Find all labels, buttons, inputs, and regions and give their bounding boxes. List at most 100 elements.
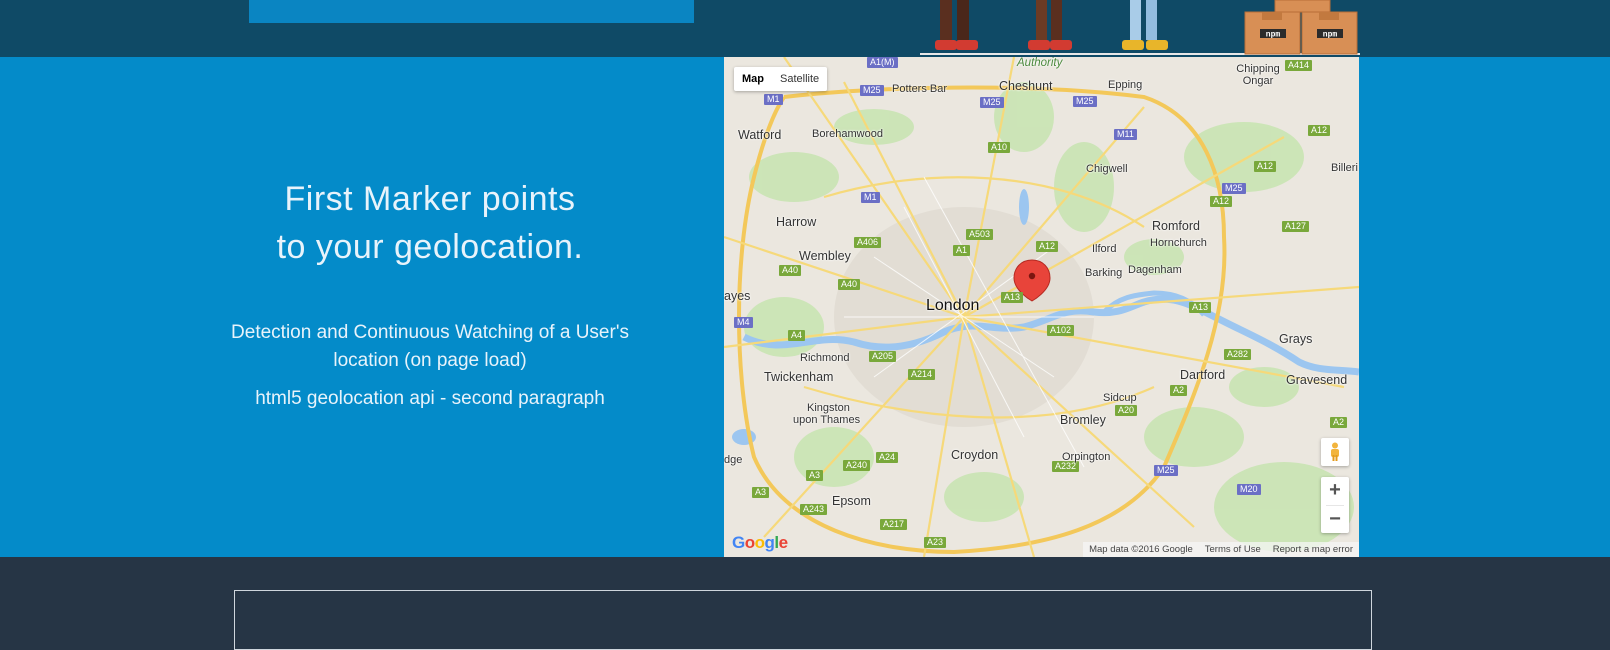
terms-of-use-link[interactable]: Terms of Use [1199, 542, 1267, 557]
road-shield: M25 [980, 97, 1004, 108]
map-place-label: upon Thames [793, 414, 861, 426]
map-place-label: Cheshunt [999, 79, 1053, 93]
road-shield: A243 [800, 504, 828, 515]
map-place-label: Gravesend [1286, 373, 1348, 387]
map-place-label: Ilford [1092, 243, 1117, 255]
road-shield: M20 [1237, 484, 1261, 495]
road-shield: A20 [1115, 405, 1138, 416]
logo-letter: G [732, 533, 745, 552]
logo-letter: o [744, 533, 755, 552]
road-shield: M11 [1114, 129, 1137, 140]
road-shield: M25 [1222, 183, 1246, 194]
road-shield: M4 [734, 317, 753, 328]
map-place-label: Kingston [807, 402, 850, 414]
map-place-label: Borehamwood [812, 128, 883, 140]
map-place-label: Authority [1017, 57, 1063, 69]
road-shield: A10 [988, 142, 1011, 153]
map-type-satellite-button[interactable]: Satellite [772, 67, 827, 91]
road-shield: A2 [1170, 385, 1188, 396]
logo-letter: e [778, 533, 788, 552]
road-shield: A13 [1001, 292, 1024, 303]
map-place-label: Dartford [1180, 368, 1226, 382]
heading-line-2: to your geolocation. [276, 228, 584, 266]
map-type-control: Map Satellite [734, 67, 828, 91]
map-place-label: Potters Bar [892, 83, 948, 95]
map-place-label: Epping [1108, 79, 1143, 91]
road-shield: A4 [788, 330, 806, 341]
top-band: npm npm [0, 0, 1610, 57]
heading-line-1: First Marker points [284, 180, 576, 218]
road-shield: A40 [838, 279, 861, 290]
road-shield: A23 [924, 537, 947, 548]
npm-box-label: npm [1323, 31, 1338, 40]
report-map-error-link[interactable]: Report a map error [1267, 542, 1359, 557]
road-shield: M1 [764, 94, 783, 105]
road-shield: A1(M) [867, 57, 898, 68]
road-shield: A40 [779, 265, 802, 276]
logo-letter: o [754, 533, 765, 552]
road-shield: A205 [869, 351, 897, 362]
road-shield: A414 [1285, 60, 1313, 71]
npm-illustration: npm npm [920, 0, 1360, 55]
zoom-out-button[interactable]: − [1321, 506, 1349, 534]
road-shield: A2 [1330, 417, 1348, 428]
footer-box [234, 590, 1372, 650]
npm-box-label: npm [1266, 31, 1281, 40]
road-shield: A13 [1189, 302, 1212, 313]
map-place-label: London [926, 297, 980, 314]
map-place-label: Wembley [799, 249, 851, 263]
road-shield: A127 [1282, 221, 1310, 232]
map-place-label: Hornchurch [1150, 237, 1207, 249]
road-shield: A217 [880, 519, 908, 530]
road-shield: A12 [1308, 125, 1331, 136]
map-place-label: Twickenham [764, 370, 834, 384]
map-place-label: Watford [738, 128, 782, 142]
road-shield: M25 [1073, 96, 1097, 107]
logo-letter: g [764, 533, 775, 552]
road-shield: A214 [908, 369, 936, 380]
map-type-map-button[interactable]: Map [734, 67, 772, 91]
road-shield: A24 [876, 452, 899, 463]
map-place-label: Grays [1279, 332, 1313, 346]
map-data-credit: Map data ©2016 Google [1089, 544, 1193, 555]
map-place-label: Romford [1152, 219, 1200, 233]
feature-heading: First Marker points to your geolocation. [230, 175, 630, 271]
road-shield: A12 [1210, 196, 1233, 207]
map-place-label: Epsom [832, 494, 871, 508]
road-shield: M1 [861, 192, 880, 203]
feature-paragraph-1: Detection and Continuous Watching of a U… [231, 322, 629, 371]
road-shield: A282 [1224, 349, 1252, 360]
map-place-label: Chigwell [1086, 163, 1128, 175]
map-place-label: Billeri [1331, 162, 1358, 174]
map-place-label: Bromley [1060, 413, 1106, 427]
map-place-label: Chipping Ongar [1236, 63, 1280, 87]
map-place-label: Dagenham [1128, 264, 1182, 276]
feature-paragraph-2: html5 geolocation api - second paragraph [255, 388, 605, 409]
street-view-pegman-icon[interactable] [1321, 438, 1349, 466]
road-shield: M25 [1154, 465, 1178, 476]
road-shield: A3 [752, 487, 770, 498]
zoom-in-button[interactable]: + [1321, 477, 1349, 505]
google-logo: Google [732, 533, 788, 553]
road-shield: A503 [966, 229, 994, 240]
road-shield: M25 [860, 85, 884, 96]
road-shield: A12 [1254, 161, 1277, 172]
road-shield: A12 [1036, 241, 1059, 252]
road-shield: A1 [953, 245, 971, 256]
road-shield: A406 [854, 237, 882, 248]
zoom-control: + − [1321, 477, 1349, 533]
map-place-label: Croydon [951, 448, 999, 462]
road-shield: A240 [843, 460, 871, 471]
pegman-icon [1331, 442, 1339, 461]
map-place-label: Orpington [1062, 451, 1111, 463]
road-shield: A102 [1047, 325, 1075, 336]
google-map[interactable]: A1(M) M25 M25 M25 M25 M1 M1 A414 A10 M11… [724, 57, 1359, 557]
road-shield: A3 [806, 470, 824, 481]
map-place-label: ayes [724, 289, 751, 303]
map-place-label: Barking [1085, 267, 1123, 279]
map-place-label: Harrow [776, 215, 817, 229]
top-bar-panel [249, 0, 694, 23]
map-attribution: Map data ©2016 Google Terms of Use Repor… [1083, 542, 1359, 557]
feature-copy: First Marker points to your geolocation.… [230, 175, 630, 413]
map-place-label: Sidcup [1103, 392, 1137, 404]
